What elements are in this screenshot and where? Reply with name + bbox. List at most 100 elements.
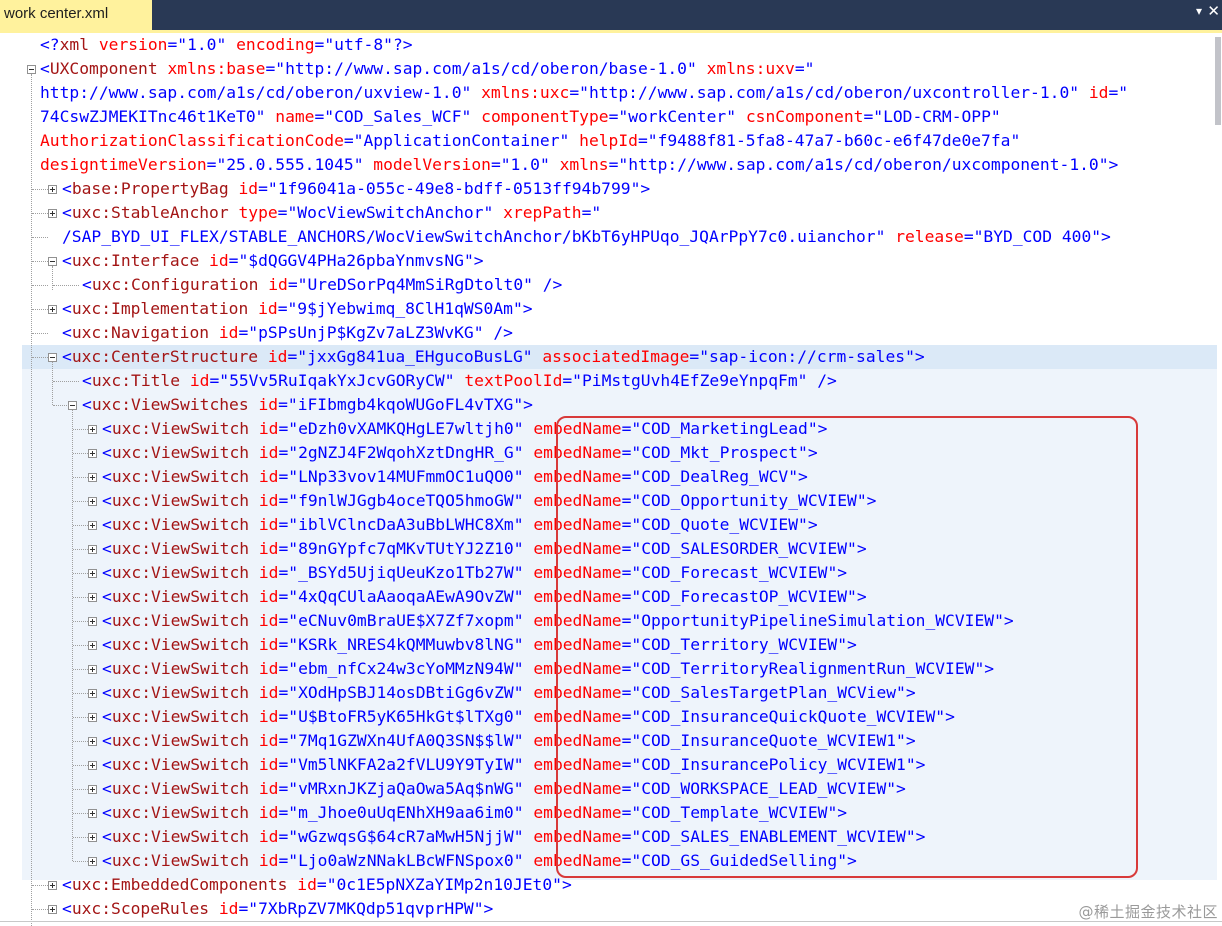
code-line[interactable]: <uxc:Configuration id="UreDSorPq4MmSiRgD…: [82, 273, 562, 297]
token-gl: =": [581, 203, 602, 222]
expand-icon[interactable]: [48, 209, 57, 218]
tree-guide-tick: [73, 429, 88, 430]
token-at: componentType: [471, 107, 609, 126]
tree-guide-tick: [73, 861, 88, 862]
token-gl: =": [238, 323, 259, 342]
code-line[interactable]: <uxc:CenterStructure id="jxxGg841ua_EHgu…: [62, 345, 925, 369]
code-line[interactable]: 74CswZJMEKITnc46t1KeT0" name="COD_Sales_…: [40, 105, 1001, 129]
expand-icon[interactable]: [88, 737, 97, 746]
expand-icon[interactable]: [88, 545, 97, 554]
expand-icon[interactable]: [88, 713, 97, 722]
token-vl: 89nGYpfc7qMKvTUtYJ2Z10: [298, 539, 514, 558]
expand-icon[interactable]: [88, 473, 97, 482]
expand-icon[interactable]: [88, 569, 97, 578]
token-gl: <: [62, 251, 72, 270]
code-line[interactable]: <uxc:StableAnchor type="WocViewSwitchAnc…: [62, 201, 601, 225]
code-line[interactable]: <uxc:Navigation id="pSPsUnjP$KgZv7aLZ3Wv…: [62, 321, 513, 345]
expand-icon[interactable]: [88, 593, 97, 602]
token-vl: 9$jYebwimq_8ClH1qWS0Am: [297, 299, 513, 318]
token-vl: 1f96041a-055c-49e8-bdff-0513ff94b799: [277, 179, 631, 198]
token-gl: =": [277, 299, 298, 318]
token-gl: ": [513, 755, 524, 774]
expand-icon[interactable]: [88, 761, 97, 770]
code-line[interactable]: designtimeVersion="25.0.555.1045" modelV…: [40, 153, 1118, 177]
token-vl: eDzh0vXAMKQHgLE7wltjh0: [298, 419, 514, 438]
code-line[interactable]: <uxc:Implementation id="9$jYebwimq_8ClH1…: [62, 297, 533, 321]
code-line[interactable]: <uxc:Title id="55Vv5RuIqakYxJcvGORyCW" t…: [82, 369, 837, 393]
token-gl: <: [82, 371, 92, 390]
expand-icon[interactable]: [88, 833, 97, 842]
expand-icon[interactable]: [88, 809, 97, 818]
code-line[interactable]: <uxc:ScopeRules id="7XbRpZV7MKQdp51qvprH…: [62, 897, 493, 921]
code-line[interactable]: <?xml version="1.0" encoding="utf-8"?>: [40, 33, 413, 57]
token-vl: 2gNZJ4F2WqohXztDngHR_G: [298, 443, 514, 462]
token-gl: ": [990, 107, 1001, 126]
token-vl: f9488f81-5fa8-47a7-b60c-e6f47de0e7fa: [657, 131, 1011, 150]
token-gl: <: [102, 779, 112, 798]
token-gl: =": [277, 203, 298, 222]
tree-guide-tick: [73, 597, 88, 598]
token-gl: ": [444, 371, 455, 390]
token-ct: uxc:EmbeddedComponents: [71, 875, 288, 894]
code-line[interactable]: <base:PropertyBag id="1f96041a-055c-49e8…: [62, 177, 650, 201]
tree-guide-line: [31, 74, 32, 926]
token-gl: <: [62, 875, 72, 894]
collapse-icon[interactable]: [48, 353, 57, 362]
token-at: id: [249, 515, 279, 534]
token-vl: iFIbmgb4kqoWUGoFL4vTXG: [297, 395, 514, 414]
expand-icon[interactable]: [88, 521, 97, 530]
close-icon[interactable]: ✕: [1207, 2, 1220, 20]
vertical-scrollbar[interactable]: [1212, 35, 1222, 335]
bottom-divider: [0, 921, 1222, 922]
expand-icon[interactable]: [88, 641, 97, 650]
tree-guide-tick: [32, 285, 48, 286]
token-at: id: [209, 899, 239, 918]
expand-icon[interactable]: [88, 497, 97, 506]
scrollbar-thumb[interactable]: [1215, 37, 1221, 125]
token-ct: uxc:ViewSwitch: [111, 707, 250, 726]
token-gl: ">: [905, 347, 925, 366]
embedname-annotation-box: [556, 416, 1138, 878]
token-vl: Ljo0aWzNNakLBcWFNSpox0: [298, 851, 514, 870]
expand-icon[interactable]: [88, 857, 97, 866]
code-line[interactable]: <uxc:ViewSwitches id="iFIbmgb4kqoWUGoFL4…: [82, 393, 533, 417]
code-line[interactable]: <uxc:Interface id="$dQGGV4PHa26pbaYnmvsN…: [62, 249, 484, 273]
token-vl: workCenter: [628, 107, 727, 126]
collapse-icon[interactable]: [27, 65, 36, 74]
code-line[interactable]: <uxc:EmbeddedComponents id="0c1E5pNXZaYI…: [62, 873, 572, 897]
code-editor[interactable]: <?xml version="1.0" encoding="utf-8"?> <U…: [0, 33, 1222, 926]
expand-icon[interactable]: [48, 185, 57, 194]
token-vl: PiMstgUvh4EfZe9eYnpqFm: [581, 371, 798, 390]
expand-icon[interactable]: [88, 785, 97, 794]
chevron-down-icon[interactable]: ▾: [1196, 4, 1202, 18]
code-line[interactable]: http://www.sap.com/a1s/cd/oberon/uxview-…: [40, 81, 1128, 105]
expand-icon[interactable]: [88, 449, 97, 458]
expand-icon[interactable]: [88, 665, 97, 674]
token-ct: uxc:ViewSwitch: [111, 803, 250, 822]
collapse-icon[interactable]: [48, 257, 57, 266]
token-gl: =": [863, 107, 884, 126]
token-gl: ": [513, 611, 524, 630]
token-gl: ": [513, 779, 524, 798]
code-line[interactable]: /SAP_BYD_UI_FLEX/STABLE_ANCHORS/WocViewS…: [62, 225, 1111, 249]
token-at: id: [1079, 83, 1109, 102]
expand-icon[interactable]: [48, 305, 57, 314]
tree-guide-tick: [73, 525, 88, 526]
token-vl: $dQGGV4PHa26pbaYnmvsNG: [248, 251, 464, 270]
expand-icon[interactable]: [48, 881, 57, 890]
token-at: id: [258, 347, 288, 366]
token-vl: m_Jhoe0uUqENhXH9aa6im0: [298, 803, 514, 822]
token-ct: uxc:StableAnchor: [71, 203, 229, 222]
expand-icon[interactable]: [88, 617, 97, 626]
collapse-icon[interactable]: [68, 401, 77, 410]
tab-work-center-xml[interactable]: work center.xml: [0, 0, 152, 30]
token-ct: uxc:ViewSwitch: [111, 611, 250, 630]
expand-icon[interactable]: [88, 425, 97, 434]
token-gl: <: [102, 707, 112, 726]
token-ct: uxc:Configuration: [91, 275, 259, 294]
code-line[interactable]: <UXComponent xmlns:base="http://www.sap.…: [40, 57, 814, 81]
expand-icon[interactable]: [88, 689, 97, 698]
expand-icon[interactable]: [48, 905, 57, 914]
token-vl: http://www.sap.com/a1s/cd/oberon/uxview-…: [40, 83, 462, 102]
code-line[interactable]: AuthorizationClassificationCode="Applica…: [40, 129, 1020, 153]
